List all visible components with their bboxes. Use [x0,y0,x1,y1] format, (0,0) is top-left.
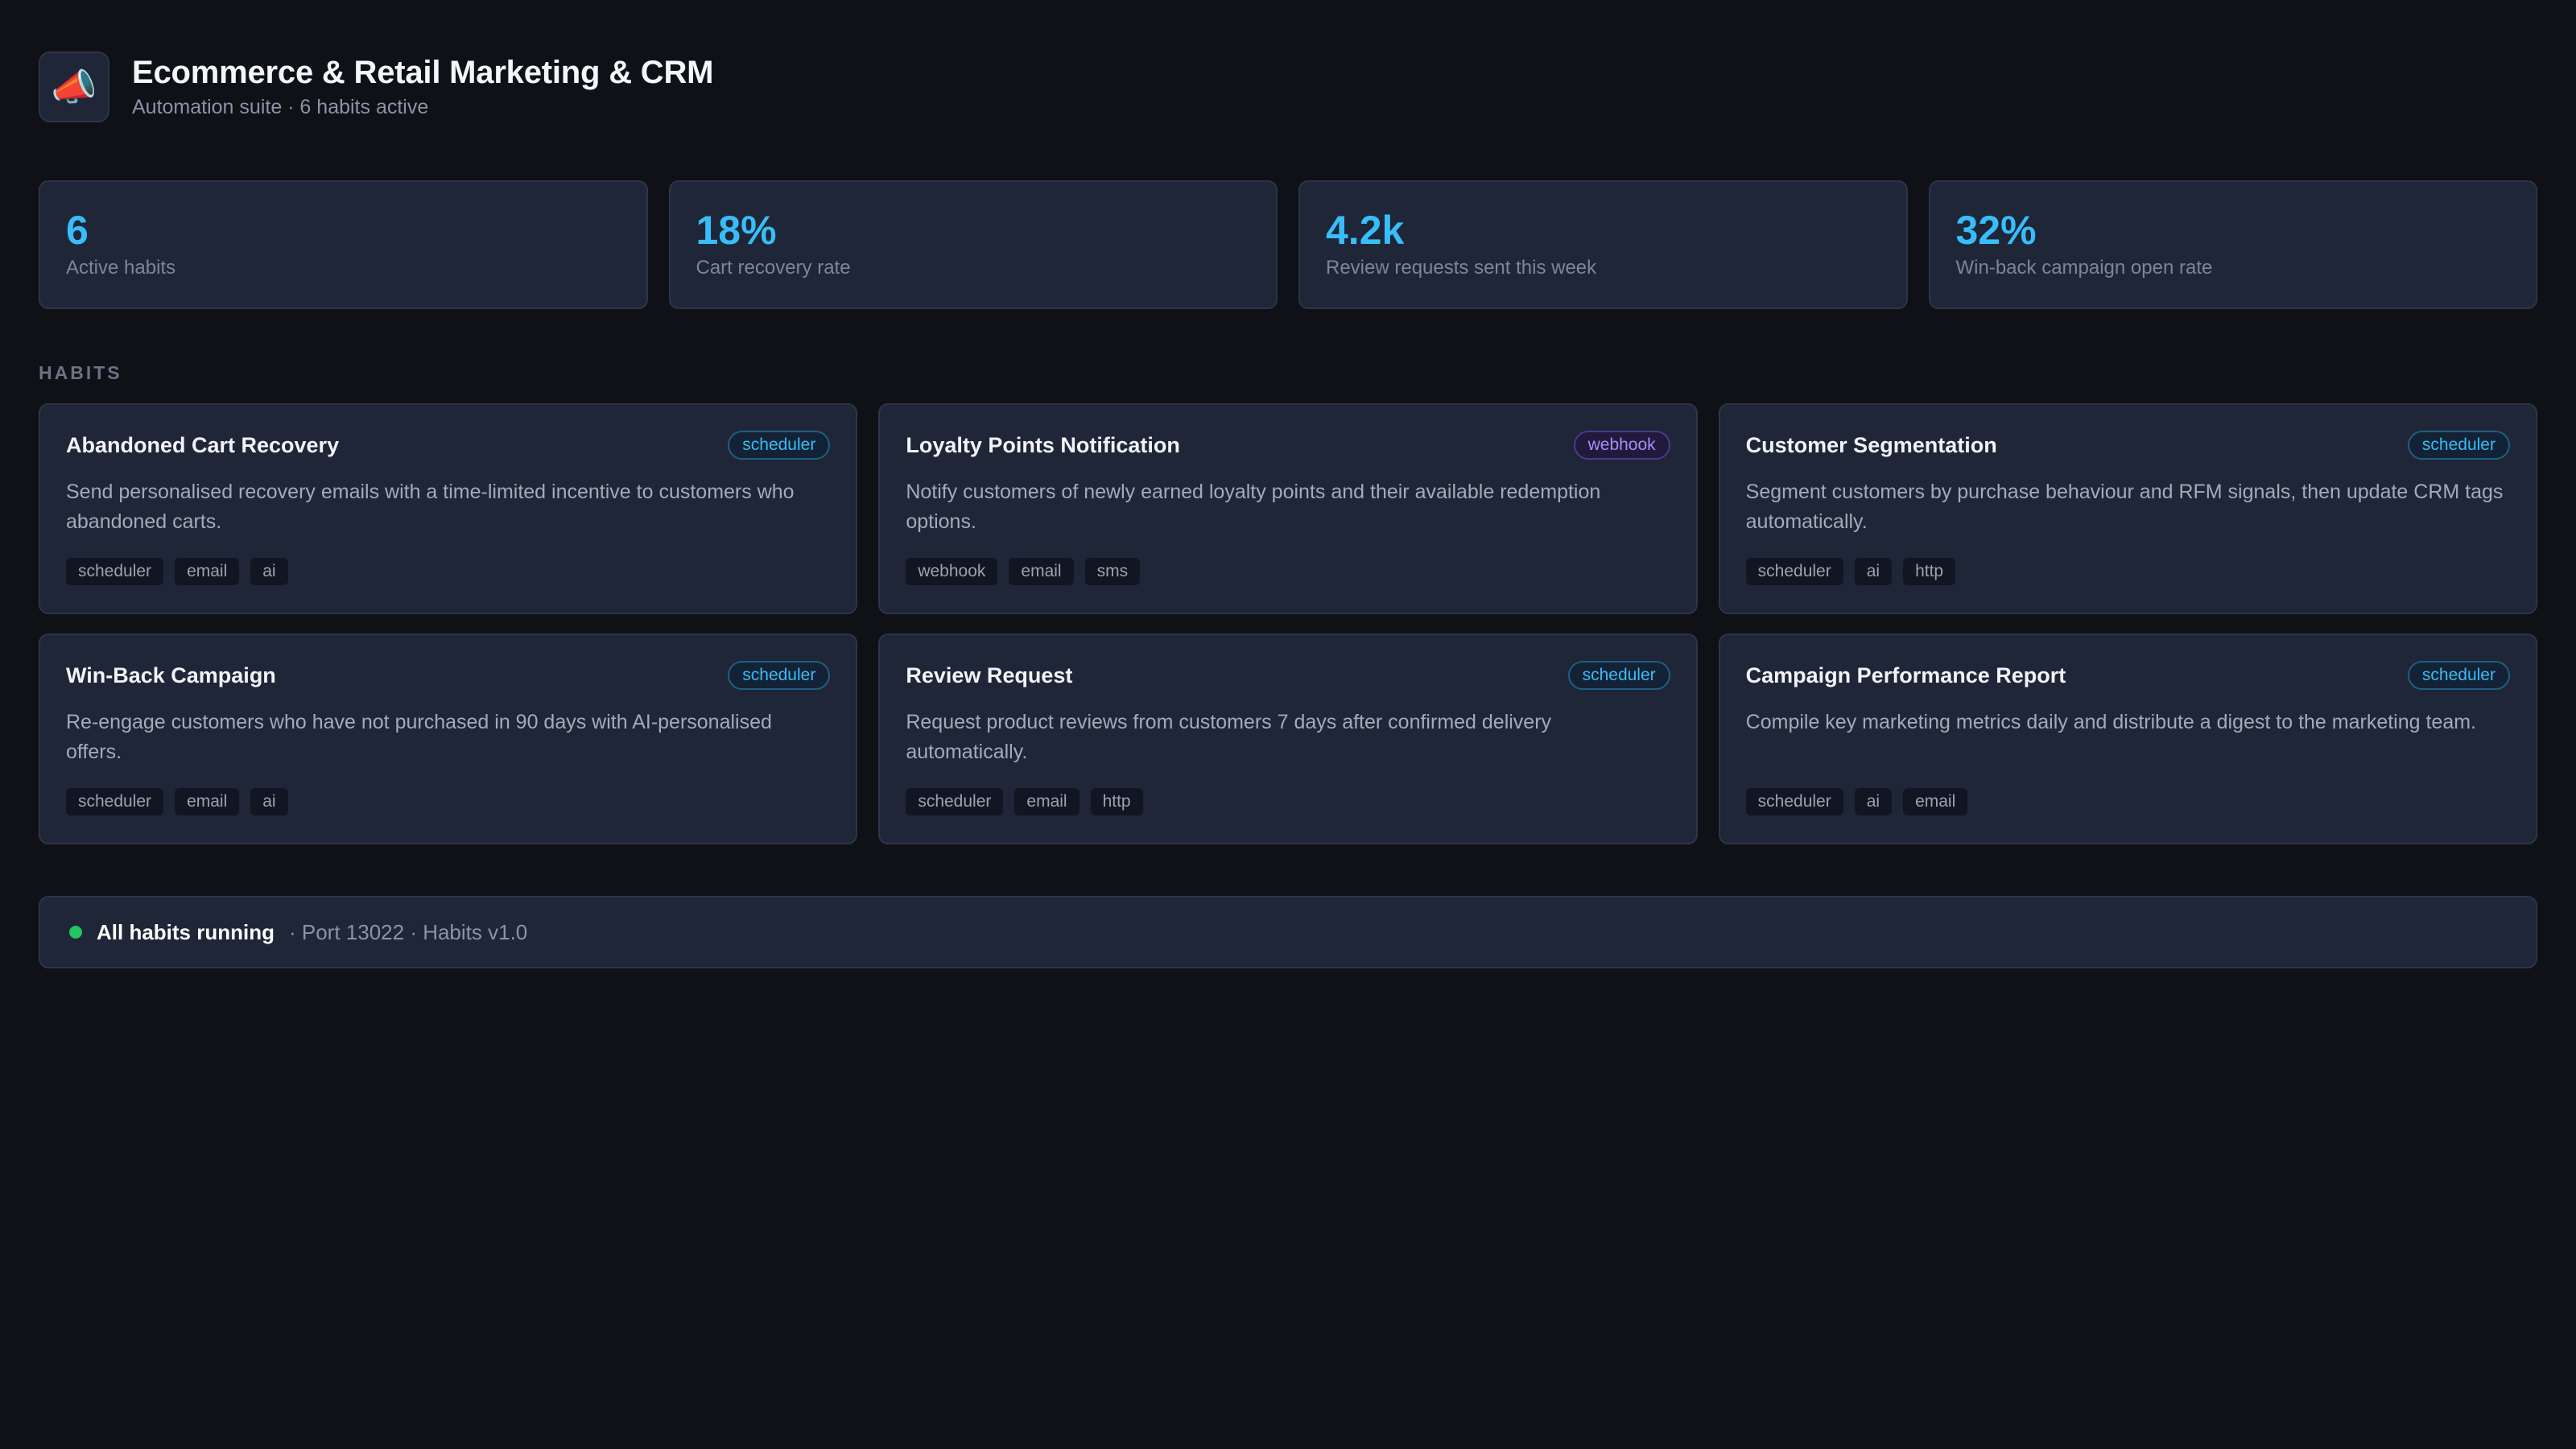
tag-list: webhook email sms [906,558,1670,585]
habit-description: Request product reviews from customers 7… [906,711,1552,763]
status-dot-icon [69,926,82,939]
tag: scheduler [1745,558,1843,585]
tag: email [175,788,240,815]
tag: ai [250,788,288,815]
stat-label: Active habits [66,256,176,279]
habit-description: Segment customers by purchase behaviour … [1745,481,2504,533]
stat-card-review-requests: 4.2k Review requests sent this week [1298,180,1908,309]
page-title: Ecommerce & Retail Marketing & CRM [132,55,714,90]
stat-value: 32% [1955,208,2037,253]
tag: email [175,558,240,585]
tag: scheduler [906,788,1004,815]
header: 📣 Ecommerce & Retail Marketing & CRM Aut… [39,52,2537,122]
trigger-badge: scheduler [728,661,831,690]
habit-name: Win-Back Campaign [66,663,276,687]
habit-header: Abandoned Cart Recovery scheduler [66,431,831,460]
tag: ai [1854,788,1893,815]
tag: http [1090,788,1143,815]
habit-description: Notify customers of newly earned loyalty… [906,481,1601,533]
habit-header: Campaign Performance Report scheduler [1746,661,2510,690]
stat-card-winback-open-rate: 32% Win-back campaign open rate [1928,180,2537,309]
page-subtitle: Automation suite · 6 habits active [132,96,429,118]
tag-list: scheduler email ai [66,788,830,815]
tag: ai [1854,558,1893,585]
habit-card-campaign-performance-report[interactable]: Campaign Performance Report scheduler Co… [1718,634,2537,844]
tag: scheduler [1745,788,1843,815]
habit-name: Customer Segmentation [1745,432,1997,457]
habit-card-abandoned-cart-recovery[interactable]: Abandoned Cart Recovery scheduler Send p… [39,403,858,614]
habit-card-customer-segmentation[interactable]: Customer Segmentation scheduler Segment … [1718,403,2537,614]
tag: ai [250,558,288,585]
tag-list: scheduler ai http [1745,558,2510,585]
habit-card-review-request[interactable]: Review Request scheduler Request product… [878,634,1698,844]
habits-grid: Abandoned Cart Recovery scheduler Send p… [39,403,2537,844]
status-bar: All habits running · Port 13022 · Habits… [39,896,2537,968]
tag-list: scheduler email http [906,788,1670,815]
habit-card-loyalty-points-notification[interactable]: Loyalty Points Notification webhook Noti… [878,403,1698,614]
status-detail: · Port 13022 · Habits v1.0 [289,919,528,944]
stat-label: Cart recovery rate [696,256,851,279]
habit-name: Abandoned Cart Recovery [66,432,340,457]
habit-description: Re-engage customers who have not purchas… [66,711,772,763]
habit-header: Customer Segmentation scheduler [1746,431,2510,460]
tag: email [1009,558,1074,585]
habit-header: Win-Back Campaign scheduler [66,661,831,690]
trigger-badge: scheduler [1567,661,1670,690]
habit-description: Send personalised recovery emails with a… [66,481,795,533]
megaphone-icon: 📣 [39,52,109,122]
habit-card-win-back-campaign[interactable]: Win-Back Campaign scheduler Re-engage cu… [39,634,858,844]
tag-list: scheduler ai email [1745,788,2510,815]
stats-row: 6 Active habits 18% Cart recovery rate 4… [39,180,2537,309]
stat-value: 4.2k [1326,208,1405,253]
section-label-habits: HABITS [39,362,122,383]
tag: sms [1084,558,1141,585]
trigger-badge: scheduler [2407,431,2510,460]
habit-header: Review Request scheduler [906,661,1670,690]
trigger-badge: webhook [1573,431,1670,460]
habit-description: Compile key marketing metrics daily and … [1745,711,2477,733]
stat-card-cart-recovery: 18% Cart recovery rate [668,180,1278,309]
tag: email [1014,788,1080,815]
tag: webhook [906,558,998,585]
stat-value: 18% [696,208,777,253]
tag-list: scheduler email ai [66,558,830,585]
habit-name: Review Request [906,663,1073,687]
tag: scheduler [66,788,164,815]
stat-label: Review requests sent this week [1326,256,1597,279]
tag: scheduler [66,558,164,585]
habit-name: Loyalty Points Notification [906,432,1180,457]
stat-value: 6 [66,208,89,253]
stat-label: Win-back campaign open rate [1955,256,2213,279]
title-block: Ecommerce & Retail Marketing & CRM Autom… [132,55,713,119]
habit-name: Campaign Performance Report [1745,663,2066,687]
tag: http [1903,558,1956,585]
trigger-badge: scheduler [2407,661,2510,690]
habit-header: Loyalty Points Notification webhook [906,431,1670,460]
stat-card-active-habits: 6 Active habits [39,180,648,309]
dashboard-page: 📣 Ecommerce & Retail Marketing & CRM Aut… [0,0,2576,1449]
status-headline: All habits running [97,919,275,944]
tag: email [1903,788,1968,815]
trigger-badge: scheduler [728,431,831,460]
